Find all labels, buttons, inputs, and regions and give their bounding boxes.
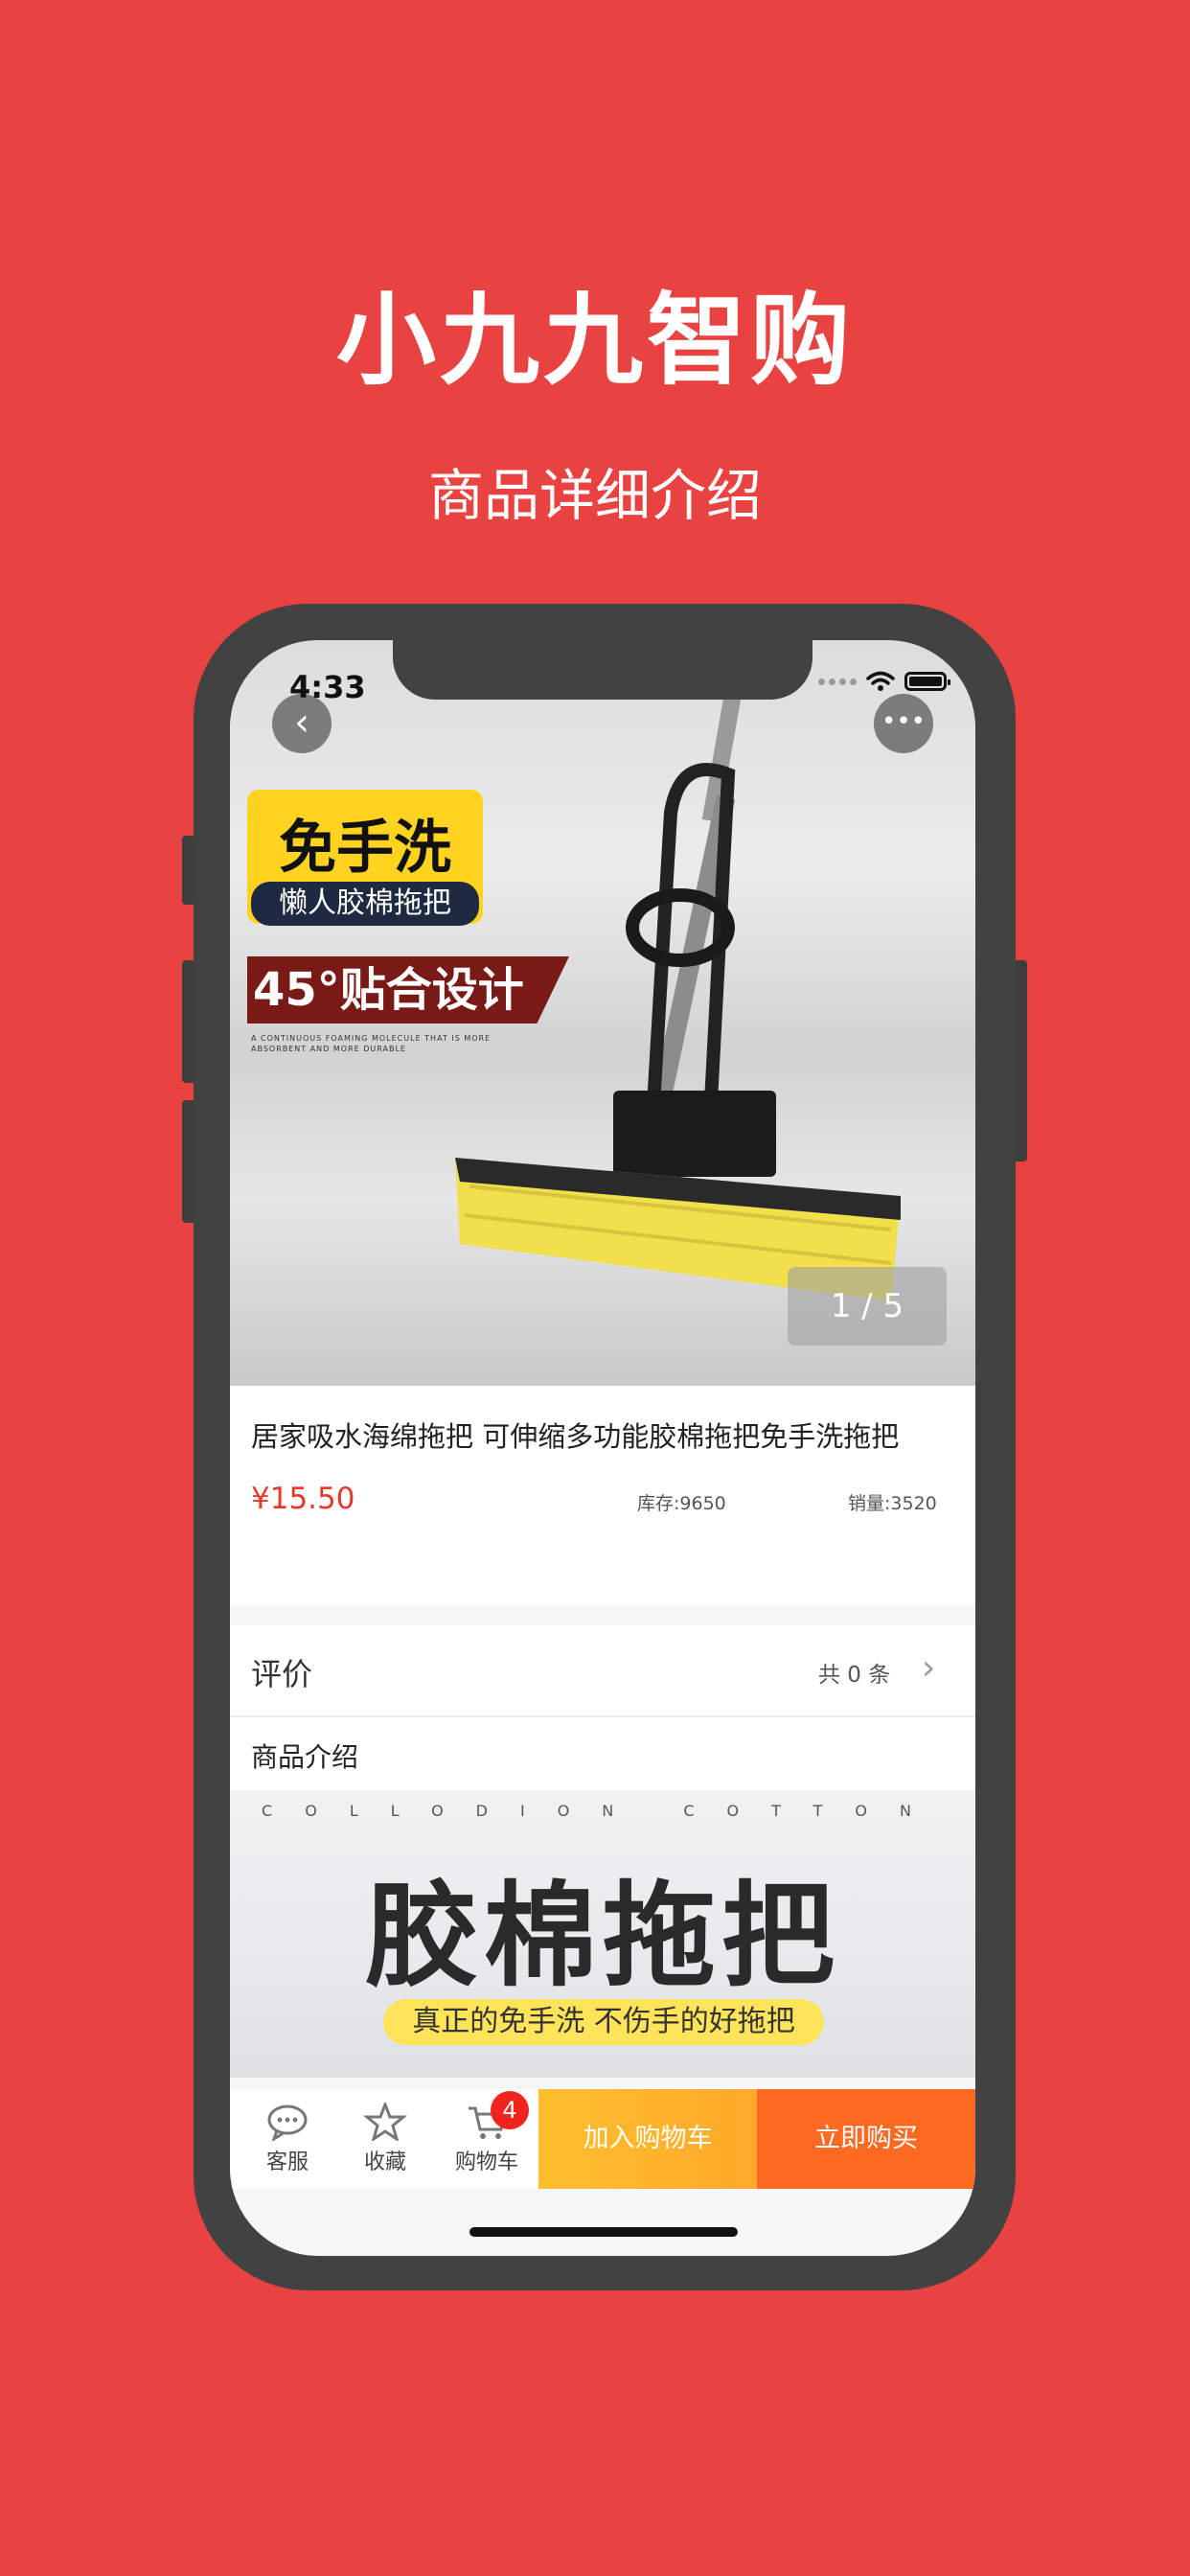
chat-bubble-icon bbox=[267, 2104, 308, 2141]
cart-tab[interactable]: 购物车 4 bbox=[439, 2089, 535, 2189]
favorite-tab[interactable]: 收藏 bbox=[337, 2089, 433, 2189]
carousel-page-indicator: 1 / 5 bbox=[788, 1267, 947, 1346]
promo-subtitle: 商品详细介绍 bbox=[427, 463, 762, 528]
star-icon bbox=[363, 2103, 407, 2141]
product-sales: 销量:3520 bbox=[848, 1493, 937, 1514]
favorite-label: 收藏 bbox=[363, 2150, 406, 2174]
product-title: 居家吸水海绵拖把 可伸缩多功能胶棉拖把免手洗拖把 bbox=[251, 1420, 900, 1453]
product-info: 居家吸水海绵拖把 可伸缩多功能胶棉拖把免手洗拖把 ¥15.50 库存:9650 … bbox=[230, 1386, 975, 1604]
customer-service-label: 客服 bbox=[265, 2150, 309, 2174]
add-to-cart-button[interactable]: 加入购物车 bbox=[538, 2089, 757, 2189]
product-intro-label: 商品介绍 bbox=[251, 1741, 359, 1773]
buy-now-button[interactable]: 立即购买 bbox=[757, 2089, 975, 2189]
wifi-icon bbox=[866, 671, 895, 691]
feature-banner: 45°贴合设计 bbox=[247, 956, 569, 1024]
chevron-right-icon: › bbox=[922, 1648, 936, 1688]
intro-image-eng-text: COLLODION COTTON bbox=[262, 1802, 944, 1820]
intro-image-title: 胶棉拖把 bbox=[364, 1870, 840, 2002]
badge-sub-text: 懒人胶棉拖把 bbox=[251, 882, 479, 926]
promo-title: 小九九智购 bbox=[335, 282, 854, 399]
product-image-carousel[interactable]: ‹ ••• 免手洗 懒人胶棉拖把 45°贴合设计 A CONTINUOUS FO… bbox=[230, 640, 975, 1386]
notch bbox=[393, 640, 812, 700]
product-price: ¥15.50 bbox=[251, 1482, 355, 1516]
bottom-action-bar: 客服 收藏 购物车 4 加入购物车 立即购买 bbox=[230, 2089, 975, 2189]
customer-service-tab[interactable]: 客服 bbox=[240, 2089, 335, 2189]
battery-icon bbox=[904, 672, 950, 691]
cart-label: 购物车 bbox=[454, 2150, 518, 2174]
cart-count-badge: 4 bbox=[491, 2091, 529, 2129]
signal-icon bbox=[818, 678, 857, 685]
phone-power-button bbox=[1014, 960, 1027, 1162]
product-intro-image: COLLODION COTTON 胶棉拖把 真正的免手洗 不伤手的好拖把 bbox=[230, 1790, 975, 2078]
review-count: 共 0 条 bbox=[818, 1663, 891, 1688]
product-intro-header: 商品介绍 bbox=[230, 1717, 975, 1794]
feature-small-text: A CONTINUOUS FOAMING MOLECULE THAT IS MO… bbox=[251, 1034, 492, 1053]
badge-main-text: 免手洗 bbox=[279, 815, 451, 882]
review-row[interactable]: 评价 共 0 条 › bbox=[230, 1625, 975, 1717]
more-button[interactable]: ••• bbox=[874, 694, 933, 753]
intro-image-slogan: 真正的免手洗 不伤手的好拖把 bbox=[383, 1999, 824, 2045]
product-stock: 库存:9650 bbox=[637, 1493, 726, 1514]
review-label: 评价 bbox=[251, 1656, 313, 1692]
home-indicator bbox=[469, 2227, 738, 2237]
promo-badge: 免手洗 懒人胶棉拖把 bbox=[247, 790, 483, 926]
status-icons bbox=[818, 671, 950, 692]
phone-screen: 4:33 ‹ ••• 免手洗 懒人胶棉拖把 45°贴合设计 A CONTINUO… bbox=[230, 640, 975, 2256]
status-time: 4:33 bbox=[289, 669, 366, 705]
